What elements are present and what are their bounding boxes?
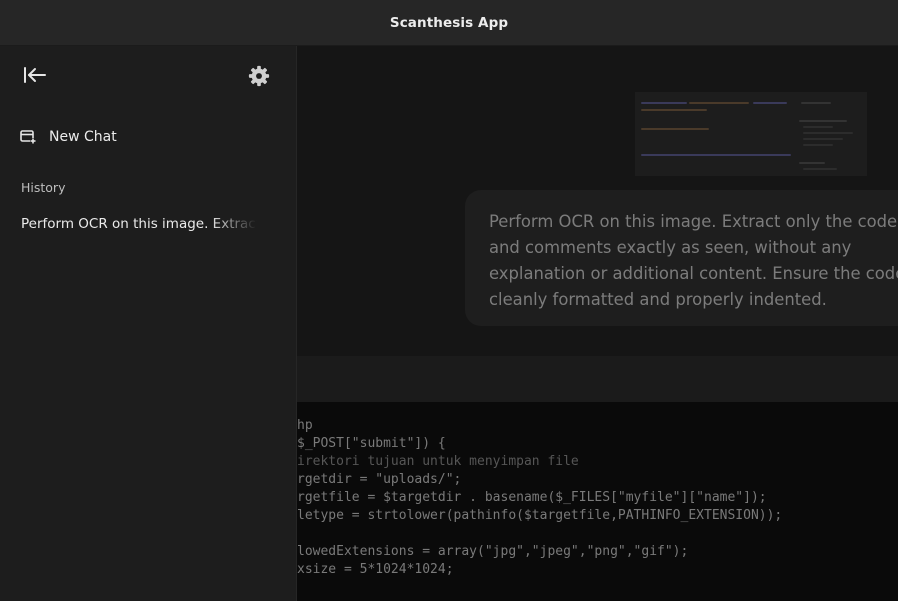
settings-button[interactable] bbox=[246, 63, 272, 89]
code-line: irektori tujuan untuk menyimpan file bbox=[297, 454, 579, 469]
title-bar: Scanthesis App bbox=[0, 0, 898, 46]
code-line: letype = strtolower(pathinfo($targetfile… bbox=[297, 508, 783, 523]
new-chat-icon bbox=[20, 128, 38, 146]
sidebar: New Chat History Perform OCR on this ima… bbox=[0, 46, 297, 601]
code-line: hp bbox=[297, 418, 313, 433]
new-chat-label: New Chat bbox=[49, 129, 117, 145]
code-line: lowedExtensions = array("jpg","jpeg","pn… bbox=[297, 544, 689, 559]
code-line: rgetfile = $targetdir . basename($_FILES… bbox=[297, 490, 767, 505]
collapse-sidebar-button[interactable] bbox=[20, 63, 50, 87]
user-message-text: Perform OCR on this image. Extract only … bbox=[489, 212, 898, 309]
attached-image-thumbnail[interactable] bbox=[635, 92, 867, 176]
new-chat-button[interactable]: New Chat bbox=[20, 125, 277, 149]
user-message-bubble: Perform OCR on this image. Extract only … bbox=[465, 190, 898, 326]
code-block: hp $_POST["submit"]) { irektori tujuan u… bbox=[297, 402, 898, 601]
gear-icon bbox=[248, 65, 270, 87]
history-heading: History bbox=[21, 180, 66, 195]
code-block-header: p bbox=[297, 356, 898, 402]
app-title: Scanthesis App bbox=[389, 14, 509, 31]
code-line: xsize = 5*1024*1024; bbox=[297, 562, 454, 577]
arrow-bar-left-icon bbox=[24, 67, 46, 83]
history-item[interactable]: Perform OCR on this image. Extract only … bbox=[21, 216, 257, 238]
code-line: $_POST["submit"]) { bbox=[297, 436, 446, 451]
code-line: rgetdir = "uploads/"; bbox=[297, 472, 462, 487]
chat-area: Perform OCR on this image. Extract only … bbox=[297, 46, 898, 601]
